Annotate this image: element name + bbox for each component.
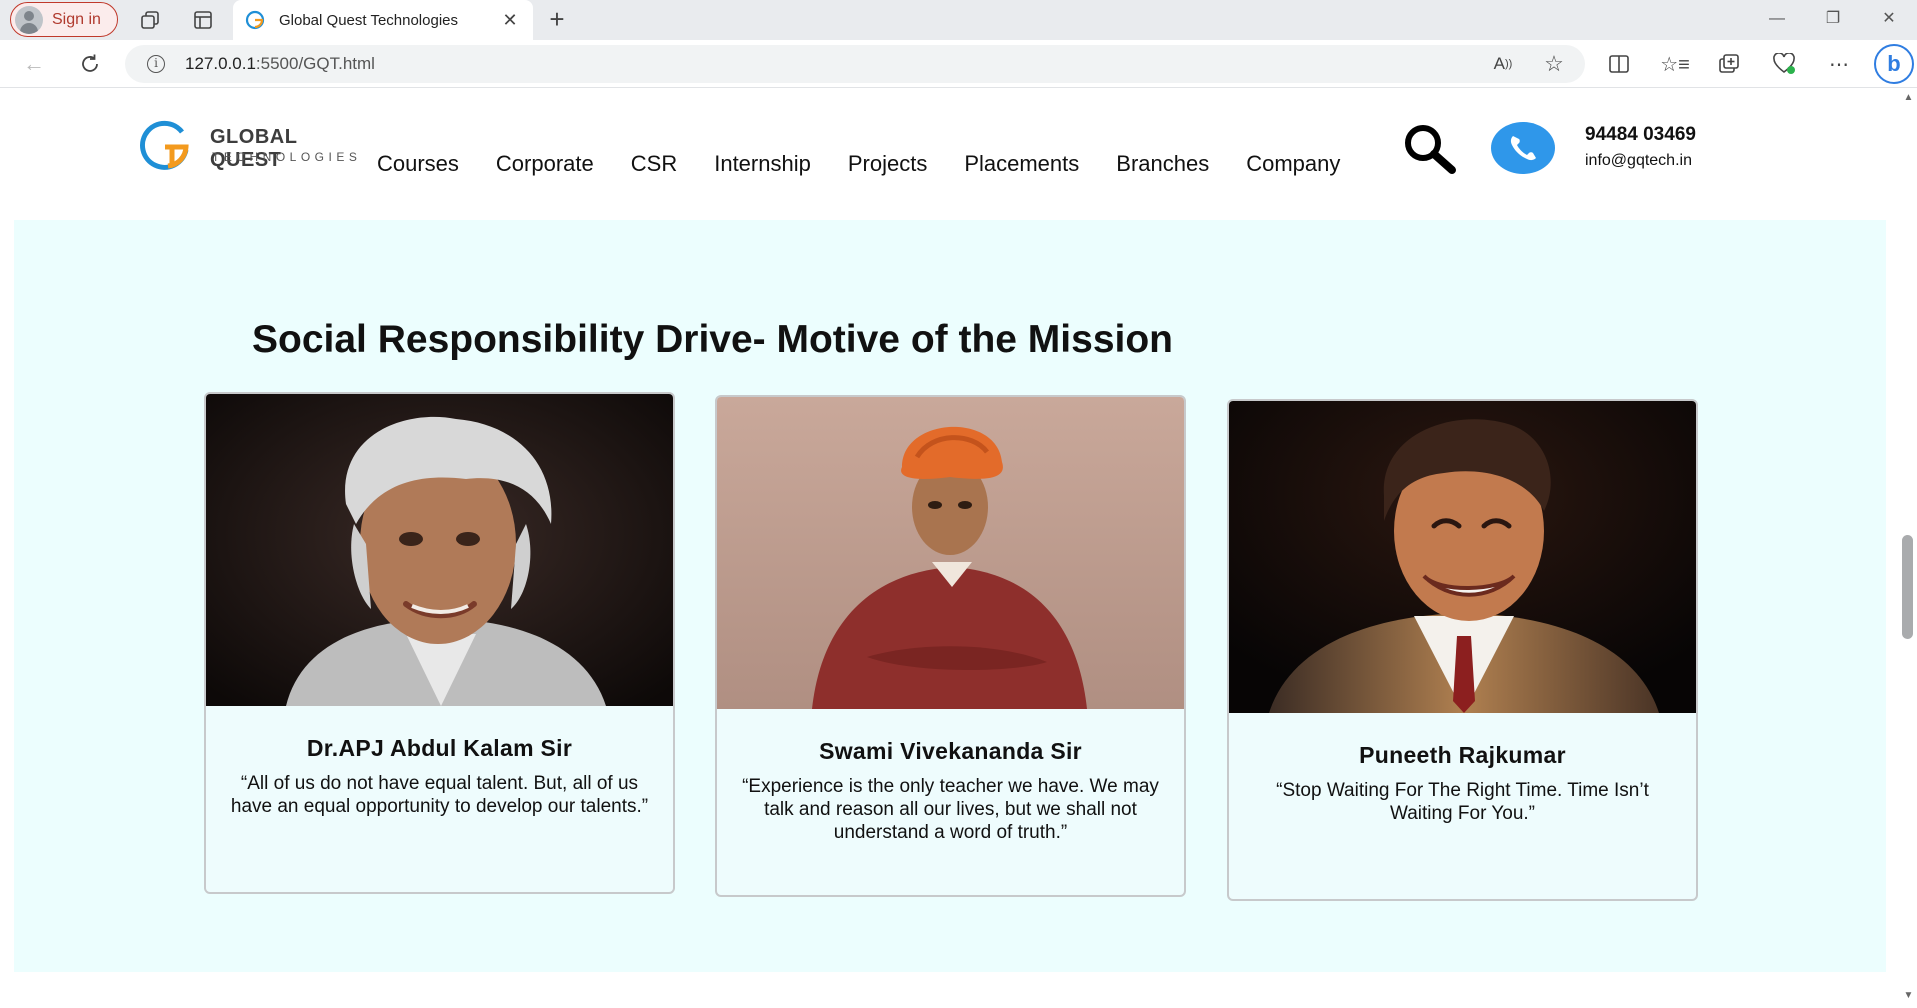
csr-card-kalam: Dr.APJ Abdul Kalam Sir “All of us do not…: [204, 392, 675, 894]
address-bar[interactable]: i 127.0.0.1:5500/GQT.html: [125, 45, 1585, 83]
search-icon[interactable]: [1399, 122, 1459, 174]
gqt-favicon-icon: [245, 10, 265, 30]
nav-company[interactable]: Company: [1246, 151, 1340, 177]
web-page: GLOBAL QUEST TECHNOLOGIES Courses Corpor…: [0, 89, 1900, 1008]
puneeth-portrait-image: [1229, 401, 1696, 713]
logo-name-line1: GLOBAL QUEST: [210, 126, 298, 171]
nav-internship[interactable]: Internship: [714, 151, 811, 177]
card-name: Puneeth Rajkumar: [1359, 742, 1566, 768]
card-quote: “Stop Waiting For The Right Time. Time I…: [1276, 780, 1649, 824]
vivekananda-portrait-image: [717, 397, 1184, 709]
split-screen-icon[interactable]: [1606, 52, 1632, 76]
phone-icon: [1510, 136, 1536, 161]
minimize-icon[interactable]: —: [1754, 4, 1800, 34]
nav-projects[interactable]: Projects: [848, 151, 927, 177]
tab-title: Global Quest Technologies: [279, 11, 459, 29]
tab-close-icon[interactable]: ✕: [495, 10, 525, 31]
nav-courses[interactable]: Courses: [377, 151, 459, 177]
scrollbar-thumb[interactable]: [1902, 535, 1913, 639]
section-title: Social Responsibility Drive- Motive of t…: [252, 318, 1173, 361]
nav-csr[interactable]: CSR: [631, 151, 677, 177]
browser-tab-bar: Sign in Global Quest Technologies ✕ + — …: [0, 0, 1917, 40]
logo-name-line2: TECHNOLOGIES: [212, 150, 362, 164]
nav-placements[interactable]: Placements: [964, 151, 1079, 177]
nav-branches[interactable]: Branches: [1116, 151, 1209, 177]
url-text: 127.0.0.1:5500/GQT.html: [185, 54, 375, 74]
nav-corporate[interactable]: Corporate: [496, 151, 594, 177]
scroll-down-arrow-icon[interactable]: ▼: [1900, 990, 1917, 1004]
contact-email[interactable]: info@gqtech.in: [1585, 152, 1692, 170]
contact-phone-number[interactable]: 94484 03469: [1585, 124, 1696, 146]
more-options-icon[interactable]: ⋯: [1826, 52, 1852, 76]
main-nav: Courses Corporate CSR Internship Project…: [377, 151, 1377, 177]
csr-card-vivekananda: Swami Vivekananda Sir “Experience is the…: [715, 395, 1186, 897]
sign-in-label: Sign in: [52, 10, 101, 28]
profile-avatar-icon: [15, 5, 43, 34]
site-info-icon[interactable]: i: [147, 55, 165, 73]
favorites-icon[interactable]: ☆≡: [1660, 51, 1690, 77]
workspaces-icon[interactable]: [138, 8, 164, 32]
bing-copilot-icon[interactable]: b: [1874, 44, 1914, 84]
gqt-logo[interactable]: GLOBAL QUEST TECHNOLOGIES: [138, 120, 368, 172]
back-arrow-icon[interactable]: ←: [20, 51, 48, 76]
call-button[interactable]: [1491, 122, 1555, 174]
card-quote: “All of us do not have equal talent. But…: [230, 773, 649, 817]
read-aloud-icon[interactable]: A)): [1490, 52, 1516, 76]
restore-icon[interactable]: ❐: [1810, 4, 1856, 34]
new-tab-button[interactable]: +: [543, 6, 571, 34]
gqt-logo-mark-icon: [140, 120, 189, 170]
sign-in-button[interactable]: Sign in: [10, 2, 118, 37]
url-host: 127.0.0.1: [185, 54, 256, 73]
url-path: :5500/GQT.html: [255, 54, 375, 73]
browser-essentials-icon[interactable]: [1771, 52, 1797, 76]
active-tab[interactable]: Global Quest Technologies ✕: [233, 0, 533, 40]
card-name: Dr.APJ Abdul Kalam Sir: [306, 735, 573, 761]
refresh-icon[interactable]: [76, 51, 104, 77]
card-quote: “Experience is the only teacher we have.…: [742, 776, 1159, 843]
favorite-star-icon[interactable]: ☆: [1540, 51, 1568, 77]
kalam-portrait-image: [206, 394, 673, 706]
collections-icon[interactable]: [1716, 52, 1742, 76]
csr-card-puneeth: Puneeth Rajkumar “Stop Waiting For The R…: [1227, 399, 1698, 901]
scroll-up-arrow-icon[interactable]: ▲: [1900, 92, 1917, 106]
card-name: Swami Vivekananda Sir: [819, 738, 1082, 764]
window-close-icon[interactable]: ✕: [1866, 4, 1912, 34]
vertical-tabs-icon[interactable]: [191, 8, 215, 32]
address-toolbar: ← i 127.0.0.1:5500/GQT.html A)) ☆ ☆≡ ⋯ b: [0, 40, 1917, 88]
